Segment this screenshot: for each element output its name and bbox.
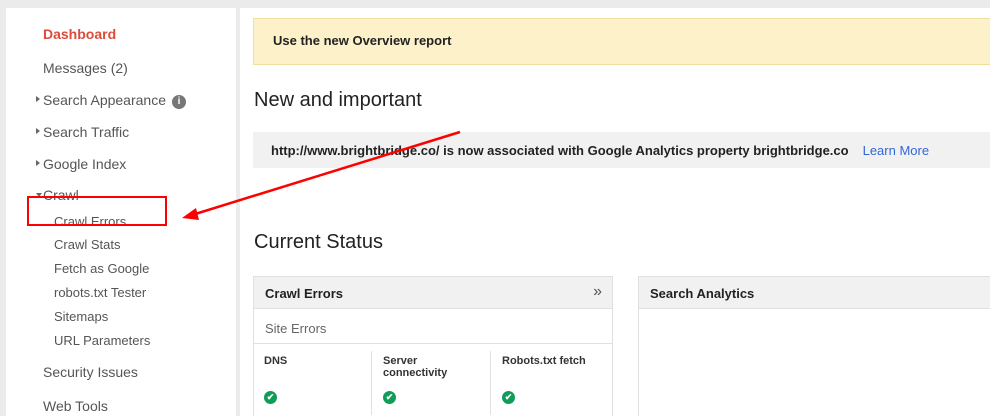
check-icon: ✔ bbox=[502, 391, 515, 404]
site-errors-label: Site Errors bbox=[265, 321, 327, 336]
sidebar-item-security-issues[interactable]: Security Issues bbox=[43, 364, 138, 380]
check-icon: ✔ bbox=[264, 391, 277, 404]
sidebar-item-google-index[interactable]: Google Index bbox=[43, 156, 126, 172]
sidebar-subitem-url-parameters[interactable]: URL Parameters bbox=[54, 333, 150, 348]
notice-message: http://www.brightbridge.co/ is now assoc… bbox=[271, 143, 929, 158]
panel-title: Crawl Errors bbox=[265, 286, 344, 301]
crawl-errors-panel-header[interactable]: Crawl Errors » bbox=[254, 277, 612, 309]
panel-title: Search Analytics bbox=[650, 286, 755, 301]
search-analytics-panel: Search Analytics bbox=[638, 276, 990, 416]
annotation-highlight-box bbox=[27, 196, 167, 226]
stat-label: Robots.txt fetch bbox=[502, 355, 586, 367]
sidebar-item-web-tools[interactable]: Web Tools bbox=[43, 398, 108, 414]
info-icon[interactable]: i bbox=[171, 95, 186, 109]
sidebar-subitem-sitemaps[interactable]: Sitemaps bbox=[54, 309, 108, 324]
new-and-important-heading: New and important bbox=[254, 89, 422, 111]
sidebar-item-messages[interactable]: Messages (2) bbox=[43, 60, 128, 76]
stat-label: Server connectivity bbox=[383, 355, 448, 379]
sidebar-subitem-fetch-as-google[interactable]: Fetch as Google bbox=[54, 261, 149, 276]
sidebar-item-label: Search Appearance bbox=[43, 92, 166, 108]
sidebar-item-dashboard[interactable]: Dashboard bbox=[43, 26, 116, 42]
chevron-right-icon bbox=[36, 160, 40, 166]
crawl-errors-panel: Crawl Errors » Site Errors DNS ✔ Server … bbox=[253, 276, 613, 416]
sidebar-item-search-appearance[interactable]: Search Appearance i bbox=[43, 92, 186, 109]
chevron-right-icon bbox=[36, 96, 40, 102]
sidebar-subitem-crawl-stats[interactable]: Crawl Stats bbox=[54, 237, 120, 252]
sidebar-item-search-traffic[interactable]: Search Traffic bbox=[43, 124, 129, 140]
stat-dns[interactable]: DNS ✔ bbox=[254, 351, 372, 415]
search-analytics-panel-header[interactable]: Search Analytics bbox=[639, 277, 990, 309]
sidebar-subitem-robots-tester[interactable]: robots.txt Tester bbox=[54, 285, 146, 300]
stat-robots-fetch[interactable]: Robots.txt fetch ✔ bbox=[492, 351, 610, 415]
stat-server-connectivity[interactable]: Server connectivity ✔ bbox=[373, 351, 491, 415]
expand-icon[interactable]: » bbox=[593, 283, 602, 301]
stat-label: DNS bbox=[264, 355, 288, 367]
learn-more-link[interactable]: Learn More bbox=[863, 143, 929, 158]
main-content: Use the new Overview report New and impo… bbox=[240, 8, 990, 416]
notice-text: http://www.brightbridge.co/ is now assoc… bbox=[271, 143, 849, 158]
chevron-right-icon bbox=[36, 128, 40, 134]
divider bbox=[254, 343, 612, 344]
notice-bar: http://www.brightbridge.co/ is now assoc… bbox=[253, 132, 990, 168]
check-icon: ✔ bbox=[383, 391, 396, 404]
banner-text[interactable]: Use the new Overview report bbox=[273, 33, 451, 48]
current-status-heading: Current Status bbox=[254, 231, 383, 253]
overview-banner: Use the new Overview report bbox=[253, 18, 990, 65]
